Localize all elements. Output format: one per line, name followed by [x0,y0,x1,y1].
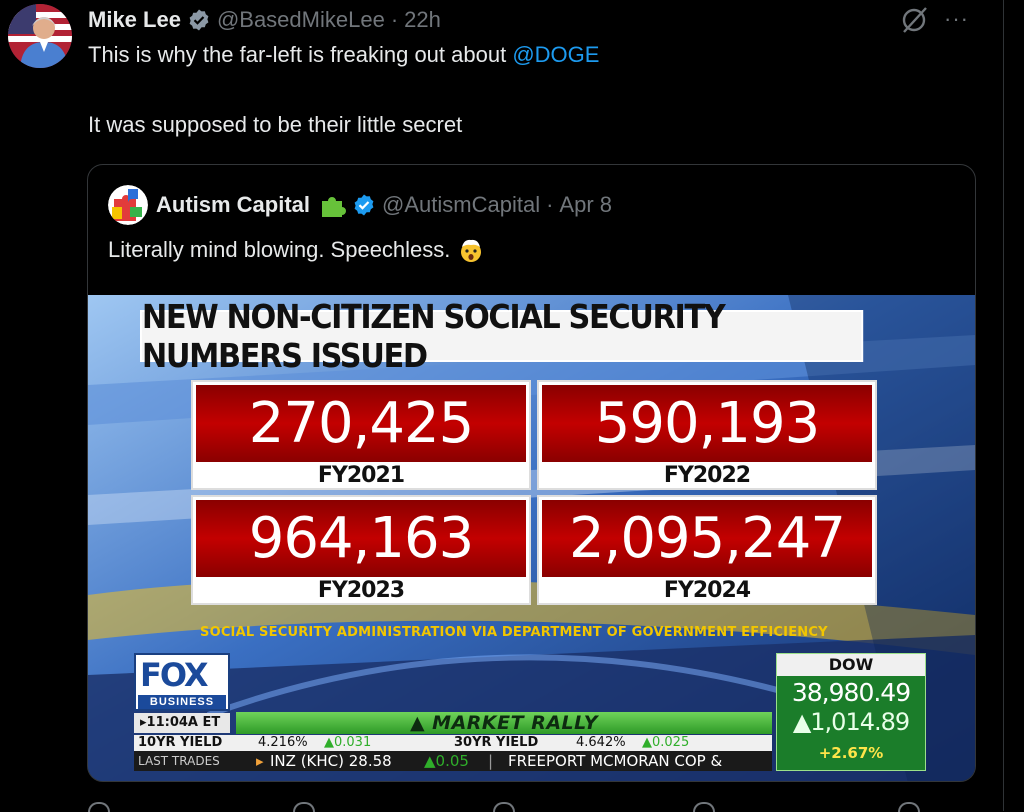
fox-business-logo: FOX BUSINESS [134,653,230,711]
dow-value: 38,980.49 [791,678,911,707]
dow-change: ▲1,014.89 [792,708,910,736]
dot-separator: · [390,7,399,32]
stat-value: 270,425 [196,385,526,462]
stat-value: 2,095,247 [542,500,872,577]
dow-percent: +2.67% [818,744,884,762]
tweet-header: Mike Lee @BasedMikeLee · 22h [88,4,441,36]
stat-cell-fy2022: 590,193 FY2022 [537,380,877,490]
tweet-time[interactable]: 22h [404,7,441,33]
ticker-divider: | [488,752,494,770]
dot-separator: · [546,192,554,217]
last-trades-label: LAST TRADES [138,754,220,768]
business-logo-text: BUSINESS [138,695,226,709]
ten-year-value: 4.216% [258,735,308,750]
broadcast-clock: ▸11:04A ET [134,713,230,733]
news-banner: NEW NON-CITIZEN SOCIAL SECURITY NUMBERS … [140,297,864,375]
quote-text-row: Literally mind blowing. Speechless. [108,237,484,263]
autism-capital-avatar[interactable] [108,185,148,225]
tweet-text-line-2: It was supposed to be their little secre… [88,112,463,137]
ticker-next: FREEPORT MCMORAN COP & [508,752,723,770]
tweet-text-line-1: This is why the far-left is freaking out… [88,42,599,68]
source-caption: SOCIAL SECURITY ADMINISTRATION VIA DEPAR… [200,625,828,640]
author-avatar[interactable] [8,4,72,68]
verified-badge-icon [354,194,374,216]
stat-year: FY2022 [663,462,751,488]
quote-author-handle[interactable]: @AutismCapital [382,192,540,218]
stat-year: FY2024 [663,577,751,603]
action-bar [88,796,968,812]
quoted-tweet[interactable]: Autism Capital @AutismCapital · Apr 8 Li… [87,164,976,782]
column-divider [1003,0,1004,811]
exploding-head-emoji [461,239,482,262]
quote-text: Literally mind blowing. Speechless. [108,237,451,262]
stat-cell-fy2023: 964,163 FY2023 [191,495,531,605]
stat-year: FY2021 [317,462,405,488]
stat-year: FY2023 [317,577,405,603]
thirty-year-change: ▲0.025 [642,735,690,750]
grok-icon[interactable] [898,4,930,36]
dow-box: DOW 38,980.49 ▲1,014.89 +2.67% [776,653,926,771]
yield-ticker: 10YR YIELD 4.216% ▲0.031 30YR YIELD 4.64… [134,735,772,751]
tweet-text-prefix: This is why the far-left is freaking out… [88,42,513,67]
thirty-year-value: 4.642% [576,735,626,750]
ten-year-change: ▲0.031 [324,735,372,750]
puzzle-piece-icon [322,197,347,217]
quote-header: Autism Capital @AutismCapital · Apr 8 [108,185,612,225]
last-trades-ticker: LAST TRADES ▸ INZ (KHC) 28.58 ▲0.05 | FR… [134,751,772,771]
ticker-change: ▲0.05 [424,752,469,770]
thirty-year-label: 30YR YIELD [454,735,539,750]
quote-date[interactable]: Apr 8 [559,192,612,218]
dow-label: DOW [777,654,925,676]
ticker-item: INZ (KHC) 28.58 [270,752,392,770]
doge-mention-link[interactable]: @DOGE [512,42,599,67]
author-handle[interactable]: @BasedMikeLee [217,7,385,33]
stat-cell-fy2024: 2,095,247 FY2024 [537,495,877,605]
more-icon[interactable]: ··· [944,6,969,32]
ten-year-label: 10YR YIELD [138,735,223,750]
fox-logo-text: FOX [140,656,209,694]
verified-badge-icon [189,9,209,31]
news-screenshot[interactable]: NEW NON-CITIZEN SOCIAL SECURITY NUMBERS … [88,295,975,781]
stat-value: 590,193 [542,385,872,462]
author-name[interactable]: Mike Lee [88,7,181,33]
stat-value: 964,163 [196,500,526,577]
quote-author-name[interactable]: Autism Capital [156,192,310,218]
ticker-arrow: ▸ [256,752,264,770]
stat-cell-fy2021: 270,425 FY2021 [191,380,531,490]
tweet[interactable]: Mike Lee @BasedMikeLee · 22h ··· This is… [0,0,1004,812]
market-rally-headline: ▲ MARKET RALLY [236,712,772,734]
